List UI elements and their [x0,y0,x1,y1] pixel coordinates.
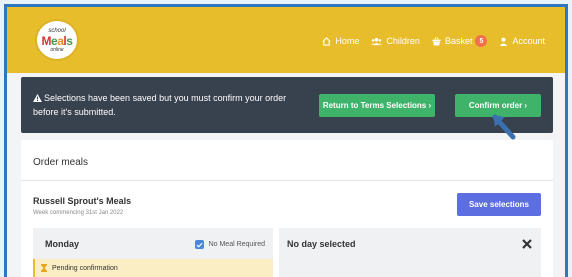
pointer-arrow-icon [492,114,516,140]
user-icon [500,37,508,46]
day-name: Monday [45,239,80,249]
no-meal-required-toggle[interactable]: No Meal Required [194,240,265,249]
checkbox-checked-icon[interactable] [194,240,204,249]
no-day-selected-panel: No day selected [279,228,541,277]
nav-children[interactable]: Children [371,36,420,46]
confirmation-alert: Selections have been saved but you must … [21,77,553,133]
day-panel-monday: Monday No Meal Required Pending confirma… [33,228,273,277]
pending-confirmation-banner: Pending confirmation [33,259,273,277]
save-selections-button[interactable]: Save selections [457,193,541,216]
no-meal-label: No Meal Required [208,241,265,248]
basket-count-badge: 5 [475,35,488,47]
no-day-label: No day selected [287,239,356,249]
child-meals-title: Russell Sprout's Meals [33,196,132,206]
top-header: school Meals online Home Children Basket… [7,7,565,73]
week-commencing: Week commencing 31st Jan 2022 [33,210,124,216]
logo-word: Meals [42,35,73,47]
order-meals-card: Order meals Russell Sprout's Meals Week … [21,140,553,277]
close-icon[interactable] [521,238,533,250]
return-to-terms-button[interactable]: Return to Terms Selections › [319,94,435,117]
card-divider [21,180,553,181]
check-icon [196,242,203,248]
basket-icon [432,36,441,46]
nav-account[interactable]: Account [499,36,545,46]
nav-home-label: Home [335,36,360,46]
nav-basket[interactable]: Basket 5 [432,35,488,47]
main-nav: Home Children Basket 5 Account [310,35,545,47]
logo-bottom-text: online [50,46,64,53]
hourglass-icon [41,264,47,272]
nav-basket-label: Basket [444,36,473,46]
nav-children-label: Children [386,36,420,46]
nav-account-label: Account [512,36,545,46]
home-icon [322,36,331,46]
alert-message: Selections have been saved but you must … [33,91,303,119]
users-icon [371,37,383,45]
alert-message-text: Selections have been saved but you must … [33,93,287,117]
nav-home[interactable]: Home [322,36,359,46]
school-meals-logo[interactable]: school Meals online [35,19,79,61]
warning-icon [33,94,42,102]
card-title: Order meals [33,157,89,168]
logo-letter: s [66,33,73,48]
pending-label: Pending confirmation [52,264,118,272]
screenshot-frame: school Meals online Home Children Basket… [4,4,568,277]
logo-letter: M [41,33,52,48]
